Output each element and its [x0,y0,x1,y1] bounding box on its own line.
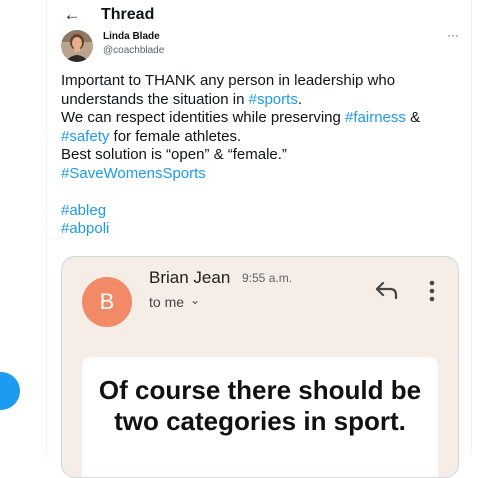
more-horizontal-icon: ··· [447,28,459,42]
author-handle[interactable]: @coachblade [103,45,164,56]
tweet-text-segment: . [297,90,302,108]
reply-icon [375,281,398,300]
sender-name: Brian Jean [149,268,231,287]
compose-button-edge[interactable] [0,372,20,410]
hashtag-link[interactable]: #sports [249,91,298,108]
author-name[interactable]: Linda Blade [103,31,160,42]
more-options-button[interactable]: ··· [445,28,461,42]
author-avatar[interactable] [61,30,93,62]
tweet-line: Best solution is “open” & “female.” [61,146,461,165]
email-time: 9:55 a.m. [242,271,293,285]
email-quote-line: two categories in sport. [114,406,406,436]
tweet-text-segment: understands the situation in [61,90,249,108]
arrow-left-icon: ← [63,4,81,24]
page-title: Thread [101,6,155,23]
tweet-line: #ableg [61,202,461,221]
more-vertical-icon [429,280,435,302]
hashtag-link[interactable]: #fairness [345,109,406,126]
tweet-image[interactable]: B Brian Jean 9:55 a.m. to me ⌄ Of course… [61,256,459,478]
tweet-line: #safety for female athletes. [61,128,461,147]
tweet-text-segment: & [405,109,421,126]
tweet-text-segment: Important to THANK any person in leaders… [61,72,396,89]
avatar-photo [61,30,93,62]
tweet-text-segment: We can respect identities while preservi… [61,109,346,126]
thread-column: ← Thread Linda Blade @coachblade ··· Imp… [46,0,472,478]
tweet-line: Important to THANK any person in leaders… [61,72,461,91]
thread-header: ← Thread [47,0,471,30]
hashtag-link[interactable]: #abpoli [61,220,109,237]
email-body-card: Of course there should be two categories… [82,357,438,477]
tweet-line: We can respect identities while preservi… [61,109,461,128]
email-recipient: to me [149,294,185,310]
tweet-line: understands the situation in #sports. [61,91,461,110]
tweet-line: #abpoli [61,220,461,239]
tweet-text-segment: for female athletes. [109,127,242,145]
hashtag-link[interactable]: #safety [61,128,109,145]
hashtag-link[interactable]: #ableg [61,202,106,219]
sender-avatar: B [82,277,132,327]
chevron-down-icon: ⌄ [190,293,201,307]
email-quote: Of course there should be two categories… [82,375,438,437]
back-button[interactable]: ← [61,3,83,25]
email-quote-line: Of course there should be [98,375,422,405]
tweet-text-segment: Best solution is “open” & “female.” [61,146,287,163]
tweet-text: Important to THANK any person in leaders… [61,72,461,239]
tweet-line: #SaveWomensSports [61,165,461,184]
line-break [61,183,461,202]
hashtag-link[interactable]: #SaveWomensSports [61,165,206,182]
